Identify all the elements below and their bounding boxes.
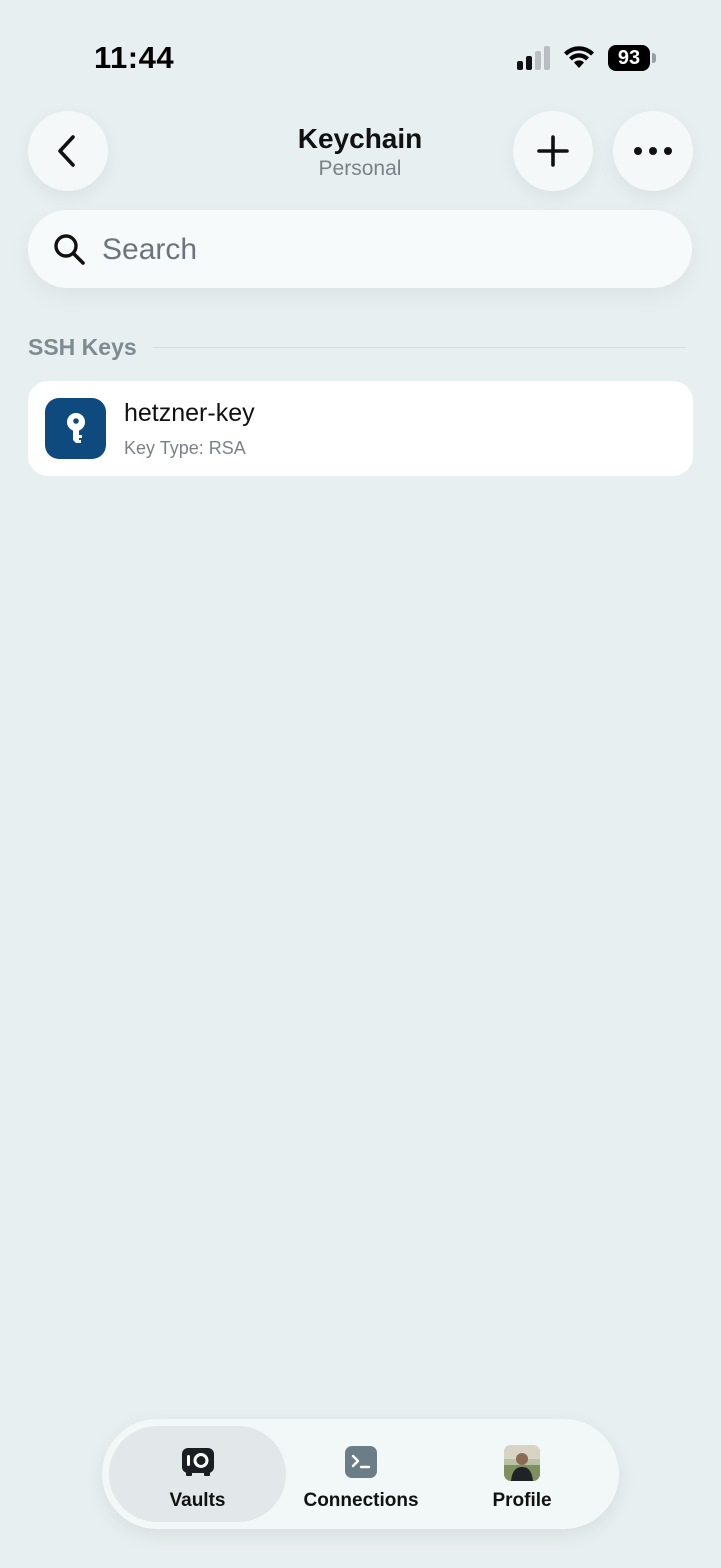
search-icon	[54, 234, 85, 265]
battery-nub	[652, 53, 656, 63]
back-button[interactable]	[28, 111, 108, 191]
section-header: SSH Keys	[28, 332, 686, 362]
wifi-icon	[564, 46, 594, 68]
add-button[interactable]	[513, 111, 593, 191]
tab-label: Profile	[492, 1490, 552, 1511]
section-title: SSH Keys	[28, 333, 137, 360]
key-type: Key Type: RSA	[124, 438, 246, 458]
ellipsis-icon	[634, 147, 672, 155]
tab-label: Connections	[303, 1490, 419, 1511]
tab-label: Vaults	[169, 1490, 226, 1511]
battery-icon: 93	[608, 45, 650, 71]
key-name: hetzner-key	[124, 399, 255, 427]
tab-bar: Vaults Connections Profile	[102, 1419, 619, 1529]
tab-connections[interactable]: Connections	[288, 1426, 434, 1522]
header-title-group: Keychain Personal	[180, 122, 540, 182]
tab-profile[interactable]: Profile	[442, 1426, 602, 1522]
status-time: 11:44	[94, 40, 175, 75]
list-item[interactable]: hetzner-key Key Type: RSA	[28, 381, 693, 476]
search-bar[interactable]	[28, 210, 692, 290]
status-bar: 11:44 93	[0, 0, 721, 110]
vault-icon	[181, 1448, 214, 1476]
avatar	[504, 1445, 540, 1481]
key-icon	[45, 398, 106, 459]
page-subtitle: Personal	[318, 157, 402, 180]
more-button[interactable]	[613, 111, 693, 191]
search-input[interactable]	[100, 210, 664, 290]
tab-vaults[interactable]: Vaults	[109, 1426, 286, 1522]
chevron-left-icon	[58, 135, 75, 167]
terminal-icon	[345, 1446, 377, 1478]
signal-icon	[517, 46, 553, 70]
page-title: Keychain	[297, 123, 423, 154]
plus-icon	[537, 135, 569, 167]
section-divider	[152, 346, 686, 348]
